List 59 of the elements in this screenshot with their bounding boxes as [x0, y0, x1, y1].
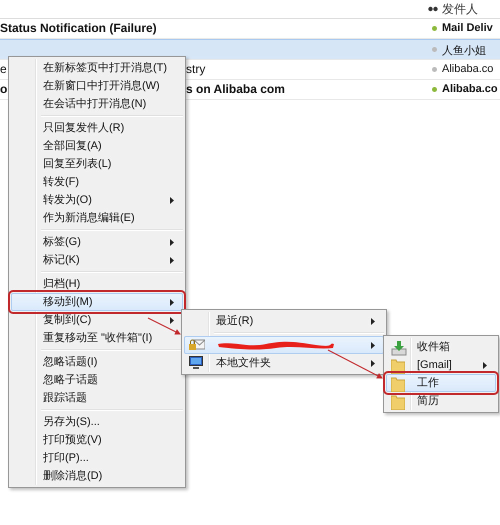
read-status-dot: [432, 87, 437, 92]
folder-icon: [391, 376, 405, 392]
menu-item[interactable]: 打印预览(V): [11, 431, 183, 449]
menu-item[interactable]: 跟踪话题: [11, 389, 183, 407]
thread-icon: [428, 6, 438, 12]
submenu-arrow-icon: [371, 360, 375, 367]
submenu-arrow-icon: [483, 362, 487, 369]
menu-item[interactable]: 删除消息(D): [11, 467, 183, 485]
message-subject: s on Alibaba com: [186, 82, 285, 96]
message-sender: Alibaba.co: [442, 63, 494, 75]
computer-icon: [189, 356, 203, 370]
menu-item[interactable]: 标签(G): [11, 233, 183, 251]
submenu-arrow-icon: [371, 342, 375, 349]
annotation-arrow: [328, 350, 383, 378]
menu-item[interactable]: 作为新消息编辑(E): [11, 209, 183, 227]
folder-item[interactable]: 收件箱: [386, 338, 496, 356]
menu-item[interactable]: 打印(P)...: [11, 449, 183, 467]
menu-item[interactable]: 忽略话题(I): [11, 353, 183, 371]
read-status-dot: [432, 47, 437, 52]
message-sender: Mail Deliv: [442, 22, 493, 34]
menu-item[interactable]: 转发为(O): [11, 191, 183, 209]
annotation-arrow: [148, 318, 181, 334]
menu-item[interactable]: 本地文件夹: [184, 354, 384, 372]
read-status-dot: [432, 67, 437, 72]
menu-item[interactable]: 回复至列表(L): [11, 155, 183, 173]
submenu-arrow-icon: [170, 299, 174, 306]
read-status-dot: [432, 26, 437, 31]
menu-item[interactable]: 重复移动至 "收件箱"(I): [11, 329, 183, 347]
message-sender: 人鱼小姐: [442, 44, 486, 58]
message-subject: e: [0, 62, 7, 76]
submenu-arrow-icon: [170, 257, 174, 264]
submenu-arrow-icon: [170, 239, 174, 246]
folder-item[interactable]: 工作: [386, 374, 496, 392]
menu-item[interactable]: 在新窗口中打开消息(W): [11, 77, 183, 95]
submenu-arrow-icon: [170, 197, 174, 204]
menu-item[interactable]: 归档(H): [11, 275, 183, 293]
mail-lock-icon: [189, 338, 205, 350]
menu-item[interactable]: 转发(F): [11, 173, 183, 191]
message-subject: o: [0, 82, 8, 96]
menu-item[interactable]: 复制到(C): [11, 311, 183, 329]
folder-item[interactable]: 简历: [386, 392, 496, 410]
inbox-icon: [391, 340, 407, 356]
menu-item[interactable]: 最近(R): [184, 312, 384, 330]
submenu-arrow-icon: [371, 318, 375, 325]
message-subject: Status Notification (Failure): [0, 21, 157, 35]
column-header[interactable]: 发件人: [442, 0, 478, 18]
submenu-arrow-icon: [170, 317, 174, 324]
message-sender: Alibaba.co: [442, 83, 498, 95]
menu-item[interactable]: [184, 336, 384, 354]
folder-icon: [391, 394, 405, 410]
menu-item[interactable]: 在新标签页中打开消息(T): [11, 59, 183, 77]
message-subject: stry: [186, 62, 206, 76]
menu-item[interactable]: 另存为(S)...: [11, 413, 183, 431]
menu-item[interactable]: 移动到(M): [11, 293, 183, 311]
message-row[interactable]: 人鱼小姐: [0, 39, 500, 60]
menu-item[interactable]: 忽略子话题: [11, 371, 183, 389]
menu-item[interactable]: 标记(K): [11, 251, 183, 269]
menu-item[interactable]: 全部回复(A): [11, 137, 183, 155]
menu-item[interactable]: 只回复发件人(R): [11, 119, 183, 137]
